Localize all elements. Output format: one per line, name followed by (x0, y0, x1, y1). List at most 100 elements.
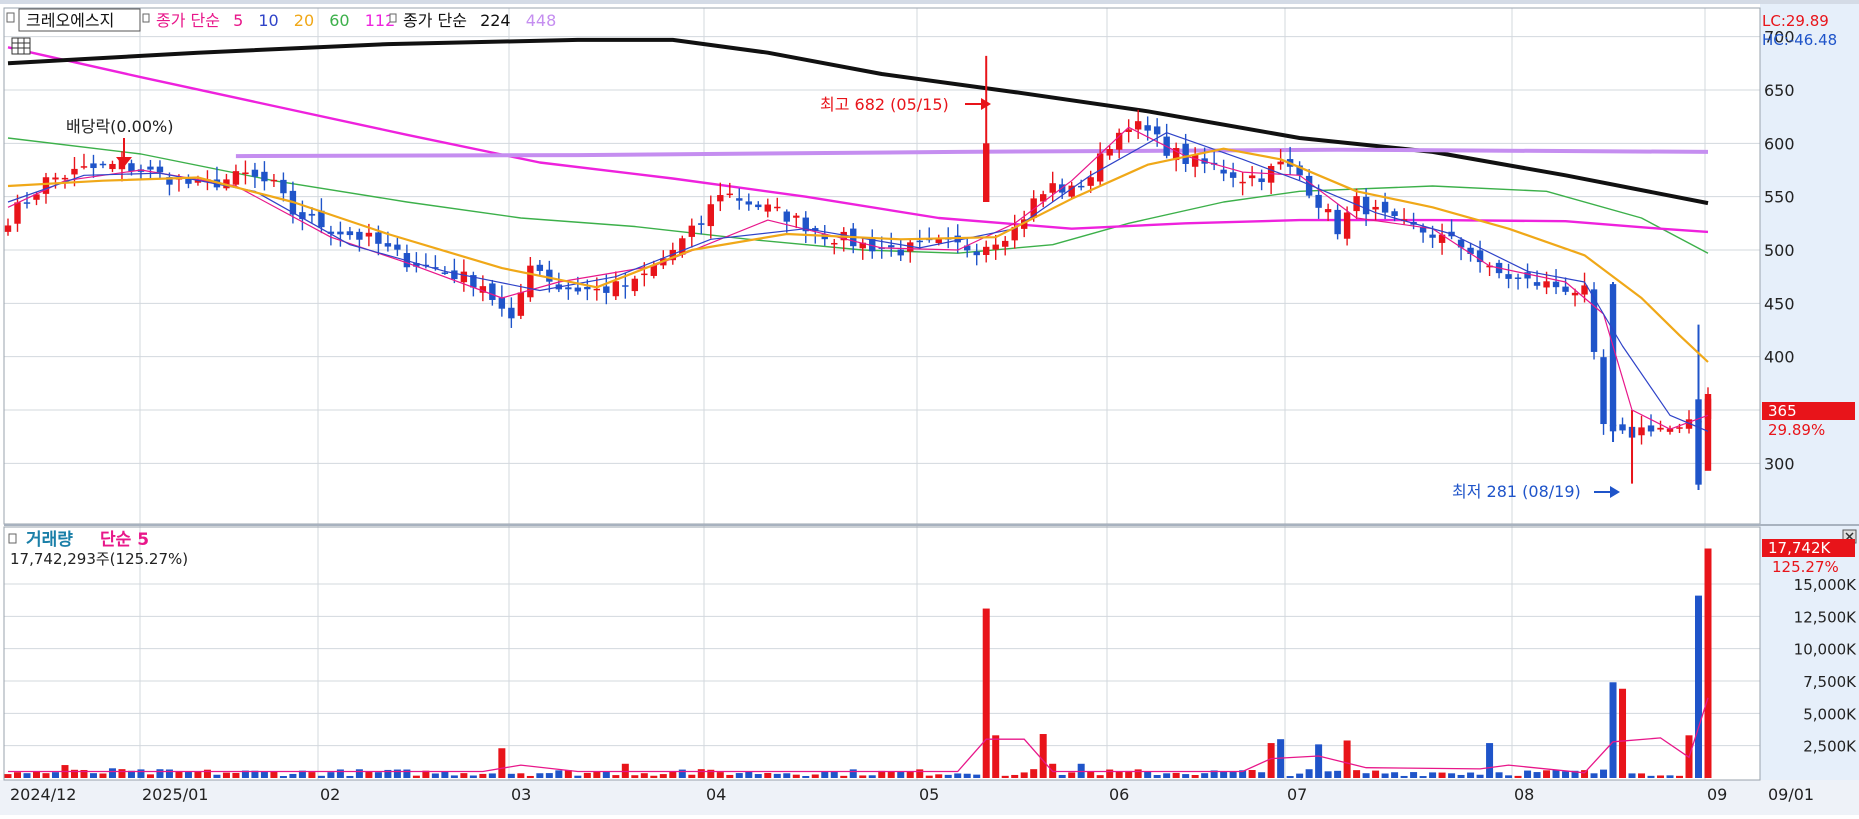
candle-125 (1191, 155, 1199, 167)
candle-last (1704, 394, 1712, 471)
candle-94 (897, 249, 904, 256)
volume-bar-34 (327, 772, 335, 778)
volume-bar-59 (564, 770, 572, 778)
candle-52 (498, 297, 506, 309)
volume-bar-138 (1315, 744, 1323, 778)
volume-bar-58 (555, 770, 563, 778)
candle-161 (1533, 282, 1541, 286)
volume-bar-15 (146, 774, 154, 778)
date-tick-3: 03 (511, 785, 531, 804)
ma-legend-5: 5 (233, 11, 243, 30)
volume-bar-111 (1058, 774, 1066, 778)
volume-bar-174 (1657, 775, 1665, 778)
volume-bar-117 (1115, 771, 1123, 778)
candle-73 (698, 223, 705, 225)
volume-bar-152 (1448, 773, 1456, 778)
volume-bar-164 (1562, 771, 1570, 778)
volume-bar-157 (1495, 772, 1503, 778)
candle-159 (1514, 277, 1522, 279)
volume-collapse-icon[interactable] (8, 533, 17, 544)
candle-121 (1153, 126, 1161, 135)
candle-134 (1277, 161, 1284, 165)
volume-bar-171 (1628, 773, 1636, 778)
candle-60 (574, 287, 582, 292)
volume-bar-149 (1419, 776, 1427, 778)
volume-bar-43 (412, 775, 420, 778)
candle-164 (1562, 286, 1569, 292)
volume-bar-112 (1068, 772, 1076, 778)
volume-bar-94 (897, 771, 905, 778)
volume-ma-label: 단순 5 (100, 530, 149, 550)
volume-bar-22 (213, 774, 221, 778)
candle-24 (232, 171, 240, 185)
candle-1 (14, 202, 21, 224)
volume-bar-103 (982, 608, 990, 778)
volume-bar-32 (308, 772, 316, 778)
volume-bar-115 (1096, 775, 1104, 778)
ma-legend-2[interactable]: 종가 단순 224 448 (403, 11, 556, 30)
volume-bar-10 (99, 773, 107, 778)
candle-110 (1049, 183, 1056, 193)
volume-bar-104 (992, 735, 1000, 778)
volume-bar-145 (1381, 773, 1389, 778)
date-tick-1: 2025/01 (142, 785, 208, 804)
volume-bar-30 (289, 773, 297, 778)
candle-47 (451, 270, 458, 280)
volume-bar-11 (108, 768, 116, 778)
volume-bar-151 (1438, 772, 1446, 778)
volume-bar-16 (156, 769, 164, 778)
candle-80 (764, 204, 771, 212)
grid-table-icon[interactable] (11, 37, 31, 55)
candle-139 (1324, 209, 1332, 213)
volume-bar-97 (925, 775, 933, 778)
legend-collapse-icon[interactable] (6, 12, 15, 23)
candle-81 (774, 206, 781, 209)
candle-168 (1600, 357, 1607, 425)
candle-116 (1106, 149, 1113, 156)
candle-130 (1239, 181, 1246, 184)
volume-bar-168 (1600, 769, 1608, 778)
candle-29 (280, 179, 287, 194)
volume-bar-67 (640, 773, 648, 778)
candle-113 (1077, 185, 1085, 188)
volume-bar-47 (450, 775, 458, 778)
candle-87 (831, 242, 838, 245)
volume-bar-166 (1581, 770, 1589, 778)
price-tick-300: 300 (1764, 454, 1795, 473)
volume-bar-161 (1533, 772, 1541, 778)
current-volume: 17,742K (1768, 539, 1831, 557)
volume-bar-50 (479, 773, 487, 778)
volume-bar-69 (659, 774, 667, 778)
volume-bar-123 (1172, 772, 1180, 778)
ma-legend-448: 448 (526, 11, 557, 30)
volume-bar-89 (849, 769, 857, 778)
volume-bar-100 (954, 773, 962, 778)
volume-bar-141 (1343, 740, 1351, 778)
current-change: 29.89% (1768, 421, 1825, 439)
stock-name[interactable]: 크레오에스지 (26, 11, 114, 30)
volume-bar-179 (1704, 548, 1712, 778)
volume-bar-176 (1676, 775, 1684, 778)
volume-bar-80 (764, 772, 772, 778)
candle-140 (1334, 209, 1341, 235)
ma-legend-1-label: 종가 단순 (156, 11, 220, 30)
candle-117 (1115, 132, 1123, 150)
candle-16 (156, 166, 164, 173)
volume-bar-4 (42, 773, 50, 778)
stock-chart-window: 300 400 450 500 550 600 650 700 2,500K 5,000K 7,5… (0, 0, 1859, 815)
high-price-label: 최고 682 (05/15) (820, 95, 949, 114)
current-volume-ratio: 125.27% (1772, 558, 1839, 576)
legend-marker-icon (142, 13, 150, 23)
date-tick-6: 06 (1109, 785, 1129, 804)
candle-46 (441, 272, 449, 274)
volume-bar-153 (1457, 774, 1465, 778)
volume-bar-48 (460, 773, 468, 778)
window-top-strip (0, 0, 1859, 4)
candle-176 (1676, 427, 1683, 429)
candle-102 (973, 251, 980, 256)
candle-39 (375, 232, 382, 244)
volume-bar-163 (1552, 769, 1560, 778)
volume-bar-28 (270, 771, 278, 778)
volume-bar-82 (783, 773, 791, 778)
volume-bar-143 (1362, 773, 1370, 778)
